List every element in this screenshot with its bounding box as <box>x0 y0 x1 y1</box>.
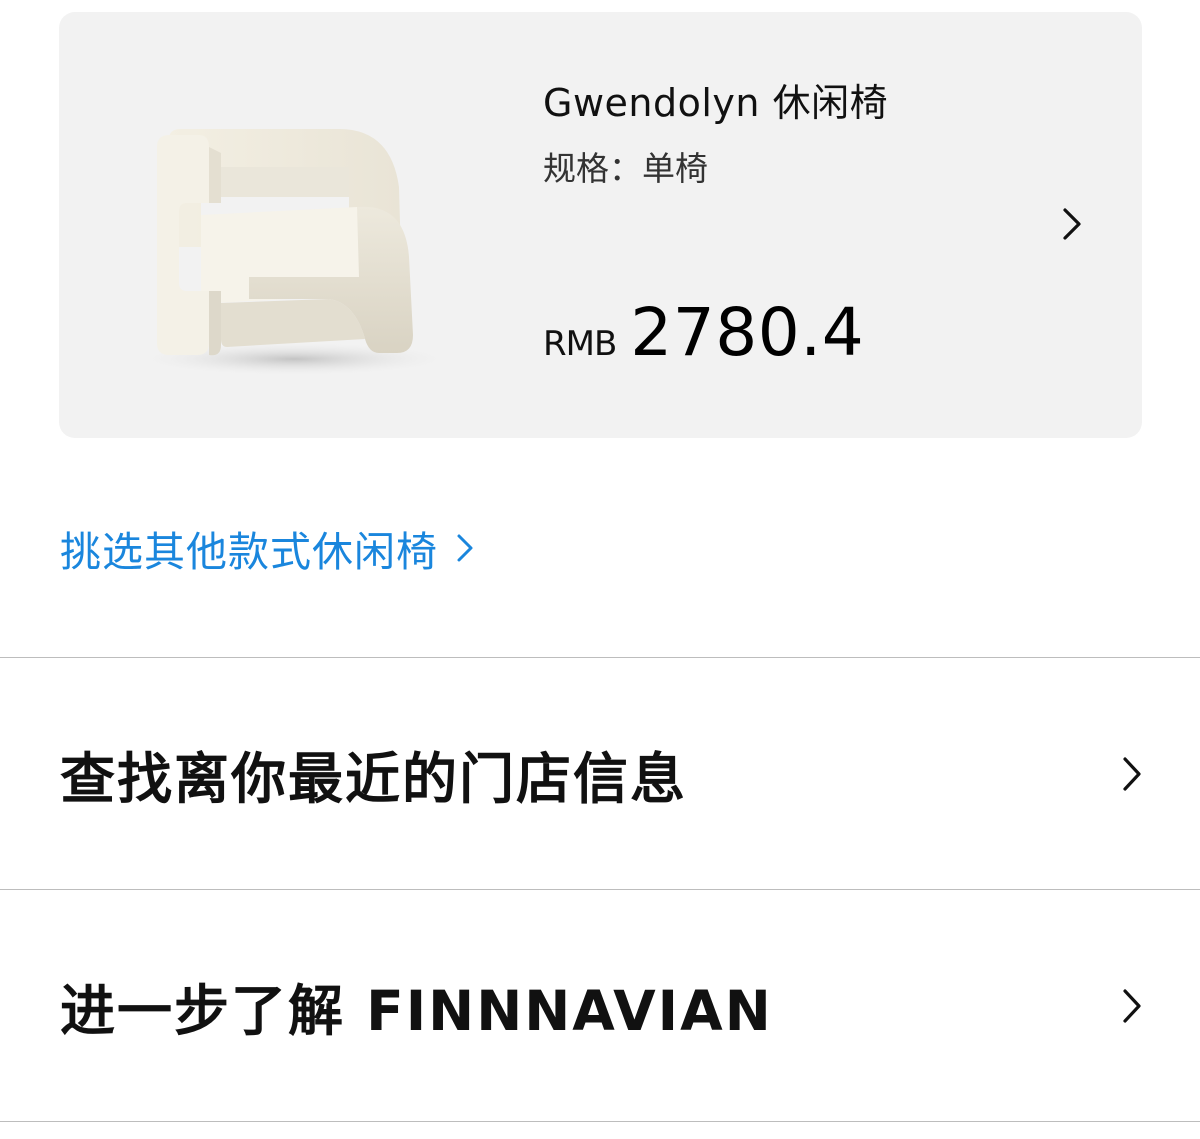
learn-more-label: 进一步了解 FINNNAVIAN <box>60 978 773 1043</box>
price-value: 2780.4 <box>630 294 865 371</box>
browse-other-styles-link[interactable]: 挑选其他款式休闲椅 <box>60 520 478 576</box>
product-name: Gwendolyn 休闲椅 <box>543 81 889 125</box>
chevron-right-icon[interactable] <box>1057 204 1089 244</box>
chevron-right-icon <box>457 534 473 562</box>
find-nearest-store-row[interactable]: 查找离你最近的门店信息 <box>0 658 1200 889</box>
find-nearest-store-label: 查找离你最近的门店信息 <box>60 746 688 811</box>
browse-link-label: 挑选其他款式休闲椅 <box>60 528 438 576</box>
page: Gwendolyn 休闲椅 规格：单椅 RMB 2780.4 挑选其他款式休闲椅… <box>0 0 1200 1139</box>
chevron-right-icon <box>1123 988 1141 1023</box>
product-spec: 规格：单椅 <box>543 149 708 188</box>
divider <box>0 1121 1200 1122</box>
price-currency: RMB <box>543 324 617 364</box>
product-card[interactable]: Gwendolyn 休闲椅 规格：单椅 RMB 2780.4 <box>59 12 1142 438</box>
armchair-image <box>144 129 439 375</box>
product-price: RMB 2780.4 <box>543 294 864 374</box>
learn-more-row[interactable]: 进一步了解 FINNNAVIAN <box>0 890 1200 1121</box>
chevron-right-icon <box>1123 756 1141 791</box>
